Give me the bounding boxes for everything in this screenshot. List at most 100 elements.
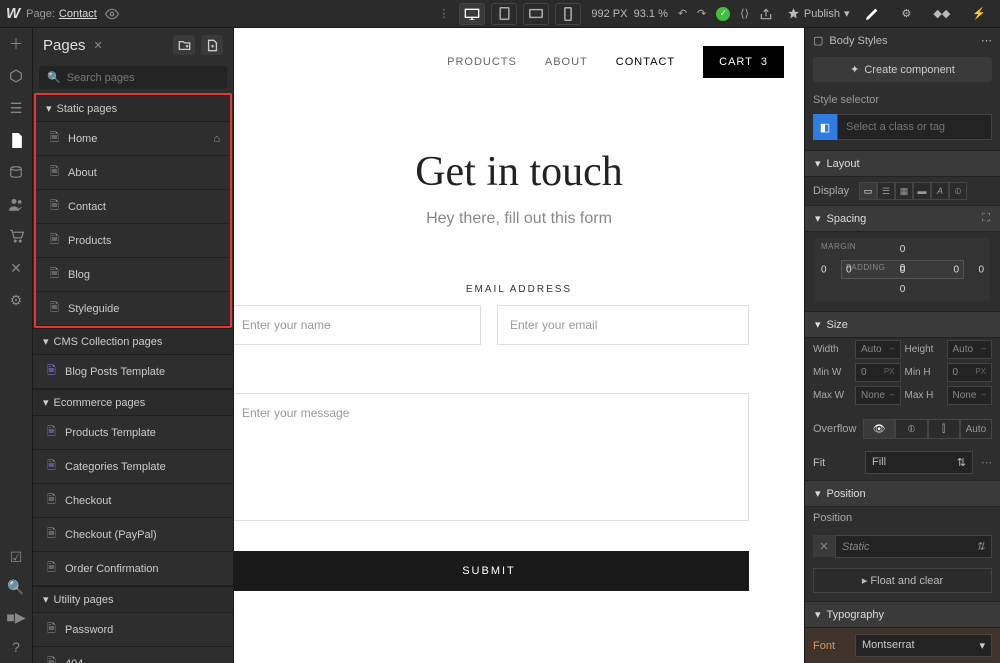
group-cms-pages[interactable]: ▾ CMS Collection pages: [33, 328, 233, 355]
display-grid-icon[interactable]: ▦: [895, 182, 913, 200]
display-inline-icon[interactable]: A: [931, 182, 949, 200]
cart-button[interactable]: CART3: [703, 46, 784, 78]
style-selector-label: Style selector: [805, 90, 1000, 110]
submit-button[interactable]: SUBMIT: [234, 551, 749, 591]
more-icon[interactable]: ⋮: [438, 7, 449, 20]
new-page-button[interactable]: [201, 35, 223, 55]
page-item-products-template[interactable]: 🗎Products Template: [33, 416, 233, 450]
font-select[interactable]: Montserrat▾: [855, 634, 992, 657]
device-desktop-icon[interactable]: [459, 3, 485, 25]
hero-title: Get in touch: [254, 148, 784, 196]
pages-icon[interactable]: [6, 130, 26, 150]
group-static-pages[interactable]: ▾ Static pages: [36, 95, 230, 122]
users-icon[interactable]: [6, 194, 26, 214]
search-pages-input[interactable]: 🔍 Search pages: [39, 66, 227, 89]
inspector-menu-icon[interactable]: ⋯: [981, 34, 992, 47]
help-icon[interactable]: ?: [6, 637, 26, 657]
section-layout[interactable]: ▾ Layout: [805, 150, 1000, 177]
add-element-icon[interactable]: ＋: [6, 34, 26, 54]
height-input[interactable]: Auto–: [947, 340, 993, 359]
audit-icon[interactable]: ☑: [6, 547, 26, 567]
overflow-hidden-icon[interactable]: ⦶: [895, 419, 927, 439]
section-typography[interactable]: ▾ Typography: [805, 601, 1000, 628]
logic-icon[interactable]: ✕: [6, 258, 26, 278]
video-icon[interactable]: ■▶: [6, 607, 26, 627]
page-item-blog[interactable]: 🗎Blog: [36, 258, 230, 292]
close-panel-icon[interactable]: ✕: [94, 39, 103, 52]
page-item-contact[interactable]: 🗎Contact: [36, 190, 230, 224]
undo-icon[interactable]: ↶: [678, 7, 687, 20]
page-item-blog-template[interactable]: 🗎Blog Posts Template: [33, 355, 233, 389]
navigator-icon[interactable]: ☰: [6, 98, 26, 118]
pages-panel-title: Pages: [43, 37, 86, 54]
maxh-input[interactable]: None–: [947, 386, 993, 405]
group-ecom-pages[interactable]: ▾ Ecommerce pages: [33, 389, 233, 416]
minh-input[interactable]: 0PX: [947, 363, 993, 382]
page-item-404[interactable]: 🗎404: [33, 647, 233, 663]
status-ok-icon[interactable]: ✓: [716, 7, 730, 21]
page-item-products[interactable]: 🗎Products: [36, 224, 230, 258]
section-spacing[interactable]: ▾ Spacing⛶: [805, 205, 1000, 232]
device-mobile-icon[interactable]: [555, 3, 581, 25]
webflow-logo-icon[interactable]: W: [6, 5, 20, 22]
energy-tab-icon[interactable]: ⚡: [972, 7, 986, 20]
minw-input[interactable]: 0PX: [855, 363, 901, 382]
settings-rail-icon[interactable]: ⚙: [6, 290, 26, 310]
home-icon: ⌂: [213, 133, 220, 145]
find-icon[interactable]: 🔍: [6, 577, 26, 597]
create-component-button[interactable]: ✦ Create component: [813, 57, 992, 82]
spacing-expand-icon[interactable]: ⛶: [982, 212, 990, 225]
message-textarea[interactable]: Enter your message: [234, 393, 749, 521]
site-preview: PRODUCTS ABOUT CONTACT CART3 Get in touc…: [234, 28, 804, 663]
device-tablet-icon[interactable]: [491, 3, 517, 25]
cms-icon[interactable]: [6, 162, 26, 182]
fit-select[interactable]: Fill⇅: [865, 451, 973, 474]
display-flex-icon[interactable]: ☰: [877, 182, 895, 200]
new-folder-button[interactable]: [173, 35, 195, 55]
export-icon[interactable]: [759, 7, 773, 21]
design-canvas[interactable]: PRODUCTS ABOUT CONTACT CART3 Get in touc…: [234, 28, 804, 663]
section-position[interactable]: ▾ Position: [805, 480, 1000, 507]
page-item-order-confirmation[interactable]: 🗎Order Confirmation: [33, 552, 233, 586]
page-item-categories-template[interactable]: 🗎Categories Template: [33, 450, 233, 484]
settings-tab-icon[interactable]: ⚙: [902, 7, 912, 20]
class-selector-input[interactable]: Select a class or tag: [837, 114, 992, 140]
page-item-about[interactable]: 🗎About: [36, 156, 230, 190]
page-item-password[interactable]: 🗎Password: [33, 613, 233, 647]
page-item-checkout-paypal[interactable]: 🗎Checkout (PayPal): [33, 518, 233, 552]
nav-products[interactable]: PRODUCTS: [447, 56, 517, 68]
redo-icon[interactable]: ↷: [697, 7, 706, 20]
current-page-name[interactable]: Contact: [59, 8, 97, 20]
display-none-icon[interactable]: ⦶: [949, 182, 967, 200]
style-tab-icon[interactable]: [864, 6, 880, 22]
code-icon[interactable]: ⟨⟩: [740, 7, 749, 20]
nav-contact[interactable]: CONTACT: [616, 56, 675, 68]
float-clear-toggle[interactable]: ▸ Float and clear: [813, 568, 992, 593]
position-clear-icon[interactable]: ✕: [813, 535, 835, 557]
device-tablet-landscape-icon[interactable]: [523, 3, 549, 25]
position-select[interactable]: Static⇅: [835, 535, 992, 558]
overflow-visible-icon[interactable]: 👁: [863, 419, 895, 439]
spacing-editor[interactable]: MARGIN 0 0 0 0 PADDING 0 0 0 0: [815, 238, 990, 301]
publish-button[interactable]: Publish ▾: [787, 7, 850, 20]
section-size[interactable]: ▾ Size: [805, 311, 1000, 338]
overflow-scroll-icon[interactable]: ⫿: [928, 419, 960, 439]
display-inline-block-icon[interactable]: ▬: [913, 182, 931, 200]
overflow-auto-button[interactable]: Auto: [960, 419, 992, 439]
page-item-styleguide[interactable]: 🗎Styleguide: [36, 292, 230, 326]
name-input[interactable]: Enter your name: [234, 305, 481, 345]
page-item-home[interactable]: 🗎Home⌂: [36, 122, 230, 156]
display-block-icon[interactable]: ▭: [859, 182, 877, 200]
page-item-checkout[interactable]: 🗎Checkout: [33, 484, 233, 518]
interactions-tab-icon[interactable]: ◆◆: [933, 7, 950, 20]
ecommerce-icon[interactable]: [6, 226, 26, 246]
width-input[interactable]: Auto–: [855, 340, 901, 359]
email-input[interactable]: Enter your email: [497, 305, 749, 345]
selector-icon[interactable]: ◧: [813, 114, 837, 140]
maxw-input[interactable]: None–: [855, 386, 901, 405]
group-utility-pages[interactable]: ▾ Utility pages: [33, 586, 233, 613]
box-icon[interactable]: [6, 66, 26, 86]
nav-about[interactable]: ABOUT: [545, 56, 588, 68]
fit-more-icon[interactable]: ⋯: [981, 456, 992, 469]
preview-icon[interactable]: [105, 7, 119, 21]
